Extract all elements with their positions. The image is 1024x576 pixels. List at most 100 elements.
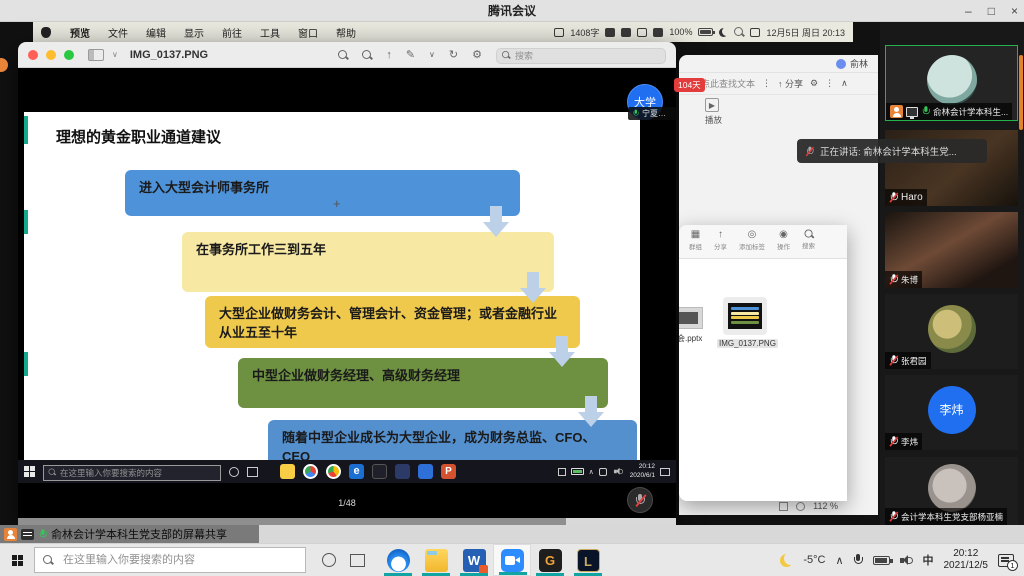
- taskbar-search-input[interactable]: [34, 547, 306, 573]
- png-file-thumbnail[interactable]: [723, 297, 767, 335]
- maximize-button[interactable]: □: [988, 0, 995, 22]
- zoom-out-button[interactable]: [338, 50, 348, 60]
- chrome-icon[interactable]: [303, 464, 318, 479]
- temperature[interactable]: -5°C: [803, 554, 825, 566]
- volume-icon[interactable]: [900, 555, 913, 566]
- browser-icon[interactable]: [326, 464, 341, 479]
- chevron-up-icon[interactable]: ∧: [835, 554, 843, 567]
- mac-menu-go[interactable]: 前往: [213, 25, 251, 40]
- task-view-icon[interactable]: [350, 554, 365, 567]
- g-app-taskbar-item[interactable]: G: [531, 544, 569, 576]
- minimize-button[interactable]: –: [965, 0, 972, 22]
- powerpoint-icon[interactable]: P: [441, 464, 456, 479]
- apple-menu-icon[interactable]: [41, 27, 51, 38]
- play-button-icon[interactable]: ▶: [705, 98, 719, 112]
- minimize-traffic-light[interactable]: [46, 50, 56, 60]
- weather-moon-icon[interactable]: [780, 554, 793, 567]
- participant-tile[interactable]: 会计学本科生党支部杨亚楠: [885, 457, 1018, 525]
- volume-icon[interactable]: [614, 468, 623, 476]
- avatar[interactable]: [836, 59, 846, 69]
- participant-tile[interactable]: 俞林会计学本科生...: [885, 45, 1018, 121]
- mac-menu-help[interactable]: 帮助: [327, 25, 365, 40]
- start-button[interactable]: [24, 466, 35, 477]
- lol-taskbar-item[interactable]: L: [569, 544, 607, 576]
- task-view-icon[interactable]: [247, 467, 258, 477]
- finder-tag-button[interactable]: ◎添加标签: [739, 229, 765, 251]
- mac-menu-tools[interactable]: 工具: [251, 25, 289, 40]
- chevron-up-icon[interactable]: ∧: [589, 468, 594, 476]
- finder-group-button[interactable]: ▦群组: [689, 229, 702, 251]
- spotlight-search-icon[interactable]: [734, 27, 744, 37]
- control-center-icon[interactable]: [750, 28, 760, 37]
- preview-search-input[interactable]: [496, 48, 666, 64]
- battery-icon[interactable]: [873, 556, 890, 565]
- wps-zoom-level[interactable]: 112 %: [813, 501, 838, 511]
- menubar-app-icon[interactable]: [605, 28, 615, 37]
- png-file-name[interactable]: IMG_0137.PNG: [717, 339, 778, 348]
- participant-tile[interactable]: 朱博: [885, 212, 1018, 288]
- menubar-app-icon[interactable]: [621, 28, 631, 37]
- cortana-icon[interactable]: [322, 553, 336, 567]
- zoom-in-button[interactable]: [362, 50, 372, 60]
- edge-icon[interactable]: e: [349, 464, 364, 479]
- play-button-label[interactable]: 播放: [705, 114, 722, 126]
- mac-menu-view[interactable]: 显示: [175, 25, 213, 40]
- app-icon[interactable]: [395, 464, 410, 479]
- share-button[interactable]: ↑ 分享: [778, 77, 803, 90]
- annotate-button[interactable]: ⚙: [472, 48, 482, 61]
- start-button[interactable]: [0, 555, 34, 566]
- menu-bar-clock[interactable]: 12月5日 周日 20:13: [766, 26, 845, 39]
- kebab-menu-icon[interactable]: ⋮: [762, 78, 771, 89]
- mac-menu-window[interactable]: 窗口: [289, 25, 327, 40]
- finder-action-button[interactable]: ◉操作: [777, 229, 790, 251]
- shared-clock[interactable]: 20:12 2020/6/1: [630, 463, 655, 480]
- cortana-icon[interactable]: [229, 467, 239, 477]
- wechat-icon[interactable]: [637, 28, 647, 37]
- action-center-icon[interactable]: 1: [998, 554, 1014, 567]
- kebab-menu-icon[interactable]: ⋮: [825, 78, 834, 89]
- ime-indicator[interactable]: 中: [923, 552, 934, 568]
- share-button[interactable]: ↑: [386, 49, 392, 61]
- settings-gear-icon[interactable]: ⚙: [810, 78, 818, 89]
- mac-menu-edit[interactable]: 编辑: [137, 25, 175, 40]
- qq-browser-taskbar-item[interactable]: [379, 544, 417, 576]
- participant-tile[interactable]: 张君园: [885, 294, 1018, 369]
- wps-account-name[interactable]: 俞林: [850, 57, 868, 70]
- tencent-meeting-taskbar-item[interactable]: [493, 544, 531, 576]
- photos-icon[interactable]: [372, 464, 387, 479]
- shared-taskbar-search-input[interactable]: [43, 465, 221, 481]
- docs-icon[interactable]: [418, 464, 433, 479]
- scrollbar-thumb[interactable]: [18, 518, 566, 525]
- collapse-ribbon-icon[interactable]: ∧: [841, 78, 848, 89]
- pptx-file-thumbnail[interactable]: [679, 307, 703, 329]
- screen-share-banner[interactable]: 俞林会计学本科生党支部的屏幕共享: [0, 525, 259, 543]
- mac-menu-preview[interactable]: 预览: [61, 25, 99, 40]
- dnd-moon-icon[interactable]: [719, 28, 728, 37]
- participant-tile[interactable]: 李炜 李炜: [885, 375, 1018, 450]
- rotate-button[interactable]: ↻: [449, 48, 458, 61]
- pptx-file-name[interactable]: 会.pptx: [679, 333, 702, 344]
- chevron-down-icon[interactable]: ∨: [112, 50, 118, 59]
- floating-mic-overlay[interactable]: [627, 487, 653, 513]
- action-center-icon[interactable]: [660, 468, 670, 476]
- taskbar-clock[interactable]: 20:12 2021/12/5: [944, 548, 989, 573]
- mac-menu-file[interactable]: 文件: [99, 25, 137, 40]
- chevron-down-icon[interactable]: ∨: [429, 50, 435, 59]
- file-explorer-taskbar-item[interactable]: [417, 544, 455, 576]
- sidebar-toggle-icon[interactable]: [88, 49, 104, 61]
- wps-word-taskbar-item[interactable]: W: [455, 544, 493, 576]
- screen-record-icon[interactable]: [554, 28, 564, 37]
- finder-search-button[interactable]: 搜索: [802, 229, 815, 250]
- panel-scrollbar[interactable]: [1019, 55, 1023, 130]
- file-explorer-icon[interactable]: [280, 464, 295, 479]
- tray-icon[interactable]: [599, 468, 607, 476]
- close-traffic-light[interactable]: [28, 50, 38, 60]
- floating-assistant-dot[interactable]: [0, 58, 8, 72]
- view-mode-icon[interactable]: [796, 502, 805, 511]
- mic-tray-icon[interactable]: [854, 554, 863, 567]
- close-button[interactable]: ×: [1011, 0, 1018, 22]
- ime-icon[interactable]: [558, 468, 566, 476]
- finder-share-button[interactable]: ↑分享: [714, 229, 727, 251]
- horizontal-scrollbar[interactable]: [18, 518, 676, 525]
- stacks-icon[interactable]: [653, 28, 663, 37]
